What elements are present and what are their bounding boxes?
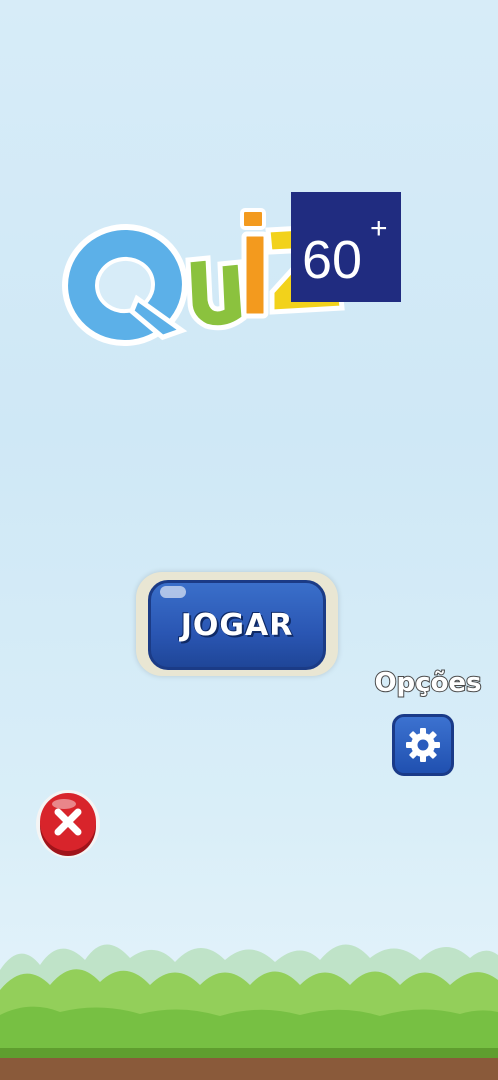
options-button[interactable] [392,714,454,776]
gear-icon [406,728,440,762]
badge-plus: + [370,212,388,245]
badge-number: 60 [302,230,362,290]
play-button-shine [160,586,186,598]
options-label: Opções [373,667,482,699]
grass-ground [0,944,498,1080]
exit-button[interactable] [34,780,102,860]
play-button-label: JOGAR [180,607,294,643]
quiz-60-logo: 60 + [62,192,401,347]
